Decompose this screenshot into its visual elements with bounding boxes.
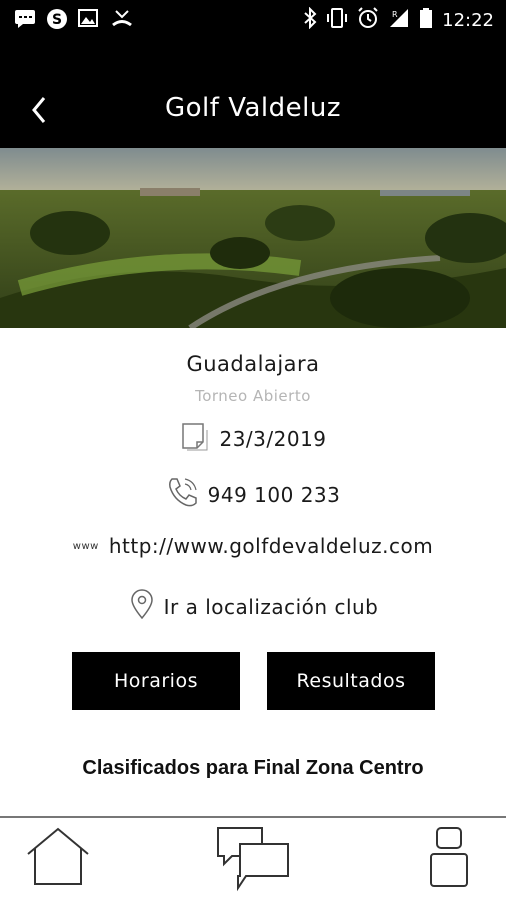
message-icon (14, 8, 36, 28)
tournament-date: 23/3/2019 (219, 426, 327, 451)
results-button[interactable]: Resultados (267, 652, 435, 710)
app-header: Golf Valdeluz (0, 38, 506, 148)
schedule-button[interactable]: Horarios (72, 652, 240, 710)
phone-row[interactable]: 949 100 233 (0, 475, 506, 514)
skype-icon: S (46, 8, 68, 29)
tournament-type: Torneo Abierto (195, 387, 311, 405)
chat-icon[interactable] (216, 826, 292, 896)
web-icon: www (72, 540, 99, 552)
system-icons: R 12:22 (303, 6, 494, 34)
map-pin-icon (128, 588, 156, 625)
bottom-tab-bar (0, 816, 506, 902)
image-icon (78, 8, 100, 28)
location-row[interactable]: Ir a localización club (0, 588, 506, 625)
location-link[interactable]: Ir a localización club (164, 595, 379, 619)
website-row[interactable]: www http://www.golfdevaldeluz.com (0, 534, 506, 558)
club-website[interactable]: http://www.golfdevaldeluz.com (109, 534, 433, 558)
club-city: Guadalajara (186, 352, 320, 376)
date-row: 23/3/2019 (0, 420, 506, 457)
calendar-icon (179, 420, 211, 457)
vibrate-icon (326, 7, 348, 34)
profile-icon[interactable] (428, 826, 470, 894)
page-title: Golf Valdeluz (165, 93, 341, 123)
home-icon[interactable] (26, 826, 90, 892)
status-time: 12:22 (442, 10, 494, 31)
club-hero-image (0, 148, 506, 328)
phone-icon (166, 475, 200, 514)
section-title: Clasificados para Final Zona Centro (82, 757, 424, 779)
bluetooth-icon (303, 6, 317, 34)
missed-call-icon (110, 8, 132, 28)
signal-icon: R (388, 7, 410, 34)
battery-icon (419, 7, 433, 34)
notification-icons: S (14, 8, 132, 29)
svg-text:R: R (392, 10, 398, 19)
alarm-icon (357, 7, 379, 34)
svg-text:S: S (52, 12, 62, 28)
status-bar: S R 12:22 (0, 0, 506, 38)
club-phone[interactable]: 949 100 233 (208, 483, 341, 507)
